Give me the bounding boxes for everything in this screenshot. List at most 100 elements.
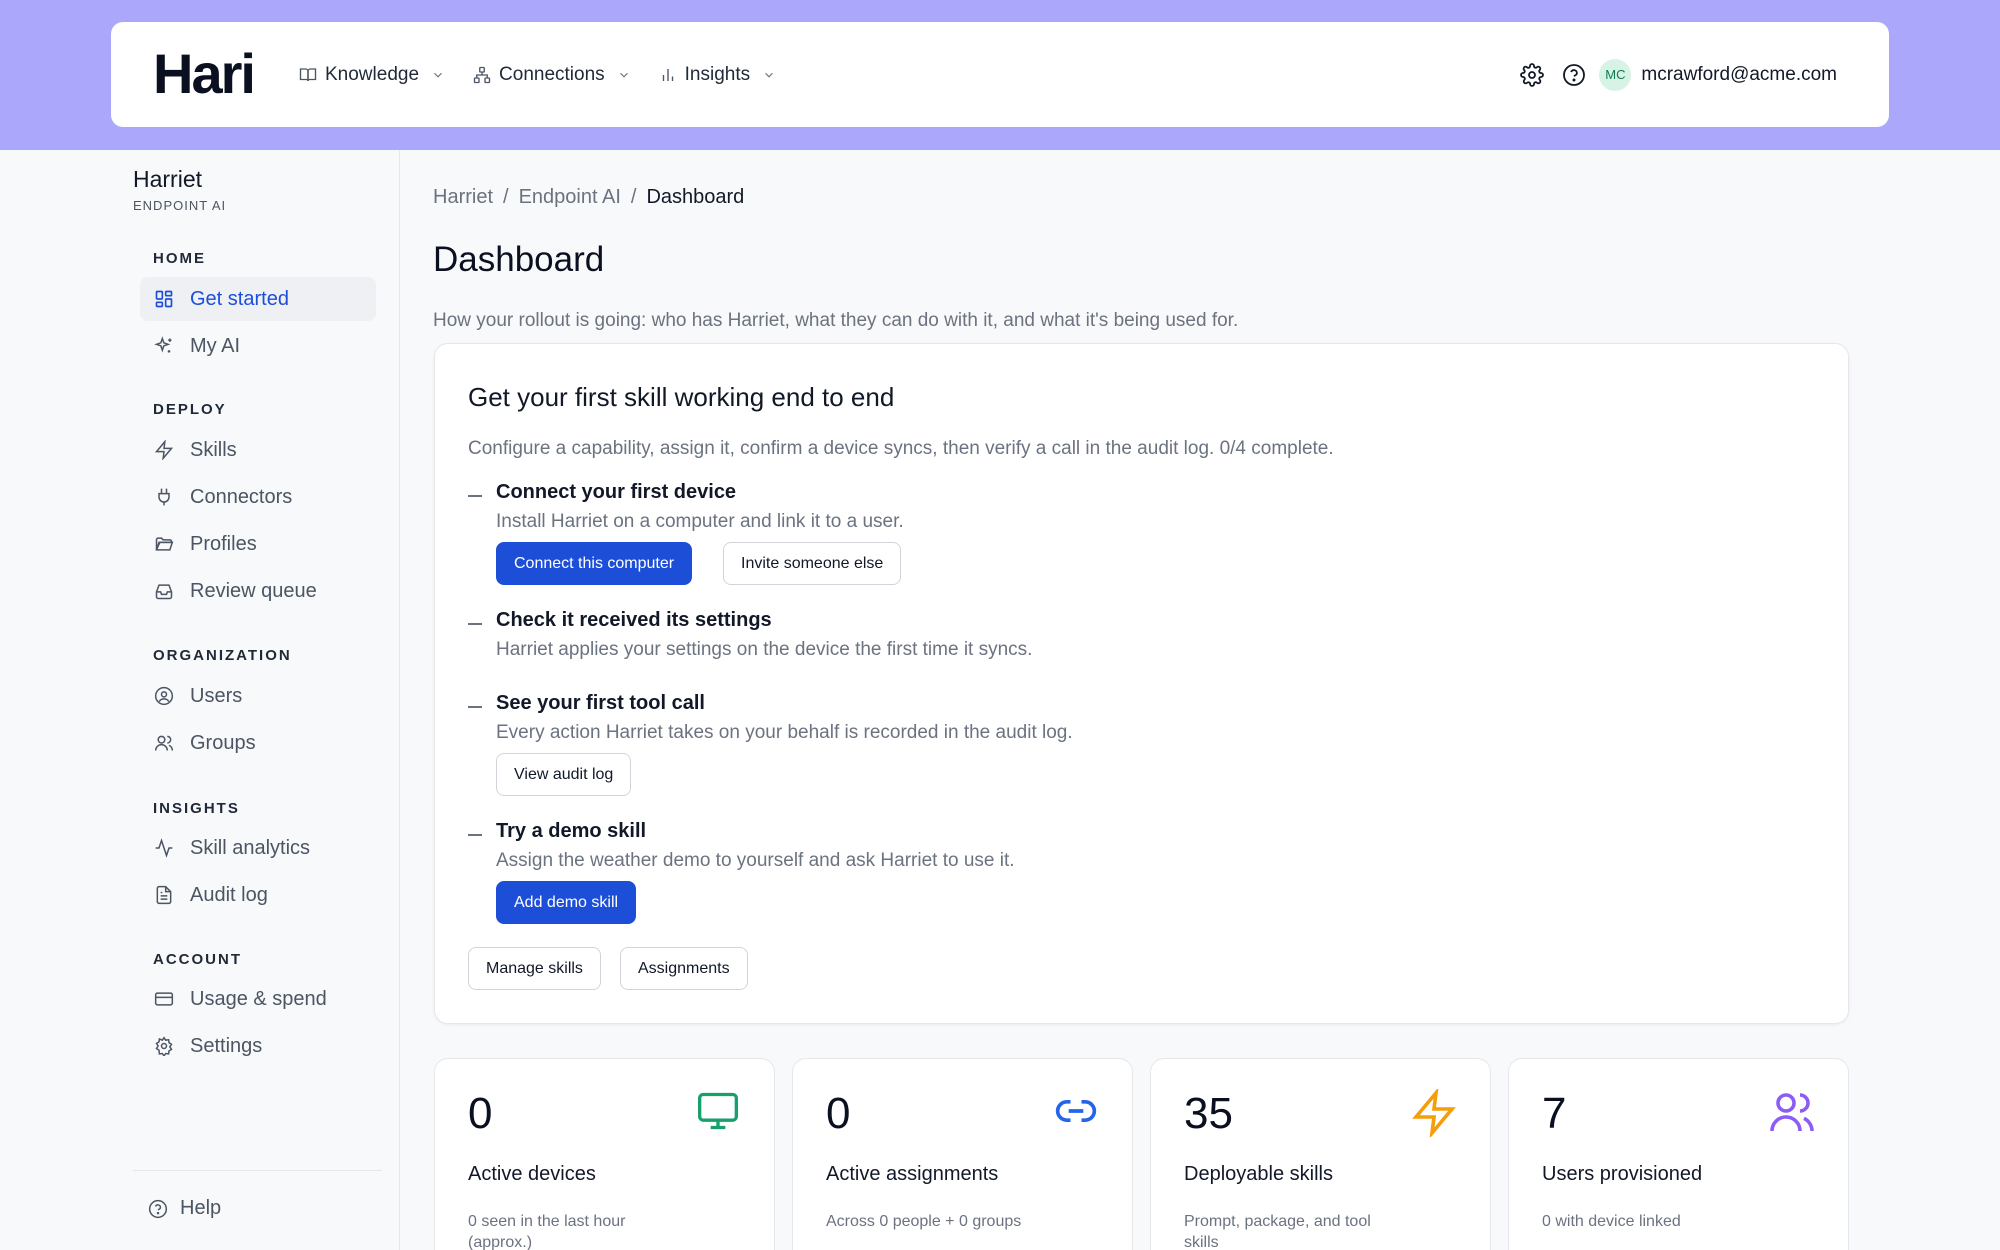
bar-chart-icon (659, 66, 677, 84)
gear-icon (153, 1035, 175, 1057)
monitor-icon (694, 1089, 742, 1133)
gear-icon (1520, 62, 1545, 87)
sidebar-divider (133, 1170, 382, 1171)
sidebar: Harriet ENDPOINT AI HOME Get started My … (0, 150, 400, 1250)
step-dash-icon (468, 834, 482, 836)
users-icon (153, 732, 175, 754)
plug-icon (153, 486, 175, 508)
nav-knowledge[interactable]: Knowledge (299, 64, 445, 86)
users-icon (1768, 1089, 1816, 1137)
stat-subtext: 0 seen in the last hour (approx.) (468, 1213, 626, 1250)
section-account: ACCOUNT (153, 951, 242, 968)
lightning-icon (153, 439, 175, 461)
user-email[interactable]: mcrawford@acme.com (1641, 64, 1837, 86)
stat-value: 35 (1184, 1089, 1233, 1138)
add-demo-skill-button[interactable]: Add demo skill (496, 881, 637, 924)
chevron-down-icon (617, 68, 631, 82)
link-icon (1052, 1089, 1100, 1133)
breadcrumb-separator: / (503, 186, 509, 208)
sidebar-item-usage-spend[interactable]: Usage & spend (140, 977, 376, 1021)
sidebar-item-label: Settings (190, 1034, 263, 1057)
sidebar-item-groups[interactable]: Groups (140, 721, 376, 765)
assignments-button[interactable]: Assignments (620, 947, 748, 990)
invite-someone-button[interactable]: Invite someone else (723, 542, 902, 585)
stat-label: Users provisioned (1542, 1163, 1703, 1185)
sidebar-item-label: Groups (190, 731, 256, 754)
section-deploy: DEPLOY (153, 401, 227, 418)
stat-card-active-assignments[interactable]: 0 Active assignments Across 0 people + 0… (792, 1058, 1133, 1250)
view-audit-log-button[interactable]: View audit log (496, 753, 632, 796)
breadcrumb-item[interactable]: Endpoint AI (519, 186, 621, 209)
step-dash-icon (468, 495, 482, 497)
breadcrumb-current: Dashboard (646, 186, 745, 208)
chevron-down-icon (762, 68, 776, 82)
onboarding-description: Configure a capability, assign it, confi… (468, 438, 1334, 459)
app-logo[interactable]: Hari (153, 46, 256, 102)
sidebar-item-label: Skills (190, 438, 237, 461)
help-circle-icon (148, 1199, 168, 1219)
sidebar-item-label: Profiles (190, 532, 257, 555)
nav-insights[interactable]: Insights (659, 64, 776, 86)
step-dash-icon (468, 706, 482, 708)
stat-label: Active devices (468, 1163, 596, 1185)
sidebar-item-skill-analytics[interactable]: Skill analytics (140, 826, 376, 870)
sidebar-item-my-ai[interactable]: My AI (140, 324, 376, 368)
nav-connections-label: Connections (499, 63, 605, 85)
manage-skills-button[interactable]: Manage skills (468, 947, 601, 990)
onboarding-card: Get your first skill working end to end … (434, 343, 1849, 1024)
section-home: HOME (153, 250, 206, 267)
avatar[interactable]: MC (1599, 58, 1632, 91)
stat-card-deployable-skills[interactable]: 35 Deployable skills Prompt, package, an… (1150, 1058, 1491, 1250)
sidebar-item-skills[interactable]: Skills (140, 428, 376, 472)
step-title: See your first tool call (496, 692, 705, 714)
stat-value: 7 (1542, 1089, 1567, 1138)
stat-label: Active assignments (826, 1163, 999, 1185)
sidebar-item-get-started[interactable]: Get started (140, 277, 376, 321)
step-dash-icon (468, 623, 482, 625)
help-label: Help (180, 1197, 222, 1219)
breadcrumb: Harriet / Endpoint AI / Dashboard (433, 186, 744, 209)
help-button[interactable] (1553, 54, 1595, 96)
stat-subtext: Across 0 people + 0 groups (826, 1213, 1022, 1230)
activity-icon (153, 837, 175, 859)
credit-card-icon (153, 988, 175, 1010)
step-title: Try a demo skill (496, 820, 647, 842)
top-navbar: Hari Knowledge Connections Insights MC m… (111, 22, 1889, 127)
lightning-icon (1410, 1089, 1458, 1137)
help-link[interactable]: Help (148, 1197, 221, 1220)
nav-insights-label: Insights (684, 63, 751, 85)
step-description: Harriet applies your settings on the dev… (496, 639, 1033, 660)
settings-button[interactable] (1511, 54, 1553, 96)
sidebar-item-review-queue[interactable]: Review queue (140, 569, 376, 613)
step-description: Assign the weather demo to yourself and … (496, 850, 1015, 871)
chevron-down-icon (431, 68, 445, 82)
section-organization: ORGANIZATION (153, 647, 292, 664)
sidebar-item-label: Audit log (190, 883, 268, 906)
main-nav: Knowledge Connections Insights (299, 22, 804, 127)
org-name: Harriet (133, 166, 203, 192)
stat-label: Deployable skills (1184, 1163, 1333, 1185)
user-area: MC mcrawford@acme.com (1511, 22, 1837, 127)
dashboard-grid-icon (153, 288, 175, 310)
sidebar-item-users[interactable]: Users (140, 674, 376, 718)
stat-card-active-devices[interactable]: 0 Active devices 0 seen in the last hour… (434, 1058, 775, 1250)
help-circle-icon (1562, 63, 1586, 87)
sidebar-item-connectors[interactable]: Connectors (140, 475, 376, 519)
sidebar-item-profiles[interactable]: Profiles (140, 522, 376, 566)
inbox-icon (153, 580, 175, 602)
sidebar-item-settings[interactable]: Settings (140, 1024, 376, 1068)
user-circle-icon (153, 685, 175, 707)
connect-computer-button[interactable]: Connect this computer (496, 542, 693, 585)
sidebar-item-label: Review queue (190, 579, 317, 602)
org-subtitle: ENDPOINT AI (133, 198, 227, 213)
sidebar-item-audit-log[interactable]: Audit log (140, 873, 376, 917)
step-title: Connect your first device (496, 481, 737, 503)
nav-knowledge-label: Knowledge (325, 63, 420, 85)
stat-subtext: 0 with device linked (1542, 1213, 1681, 1230)
nav-connections[interactable]: Connections (473, 64, 631, 86)
stat-card-users-provisioned[interactable]: 7 Users provisioned 0 with device linked (1508, 1058, 1849, 1250)
stat-value: 0 (468, 1089, 493, 1138)
sidebar-item-label: My AI (190, 334, 241, 357)
breadcrumb-item[interactable]: Harriet (433, 186, 493, 209)
step-description: Every action Harriet takes on your behal… (496, 722, 1073, 743)
